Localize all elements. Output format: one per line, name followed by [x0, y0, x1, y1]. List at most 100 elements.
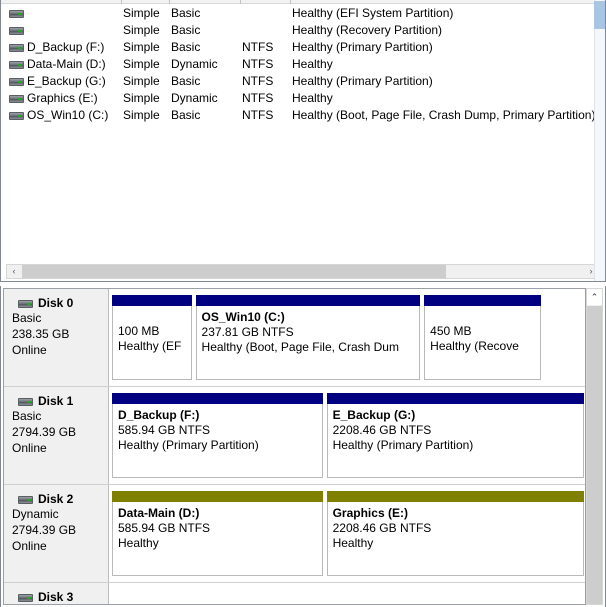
outer-vertical-scroll-track[interactable]: [594, 0, 605, 285]
partition-details: Data-Main (D:) 585.94 GB NTFS Healthy: [112, 502, 323, 576]
graphical-view-vertical-scrollbar[interactable]: ⌃: [586, 288, 603, 605]
outer-vertical-scroll-thumb[interactable]: [594, 1, 605, 29]
partition-block[interactable]: 450 MB Healthy (Recove: [424, 295, 542, 380]
disk-name: Disk 2: [38, 492, 74, 506]
disk-type: Dynamic: [12, 507, 59, 521]
column-separator[interactable]: [169, 0, 170, 4]
volume-status-cell: Healthy (Recovery Partition): [292, 23, 443, 37]
partition-block[interactable]: OS_Win10 (C:) 237.81 GB NTFS Healthy (Boot…: [195, 295, 421, 380]
drive-icon: [9, 78, 24, 86]
volume-list-row[interactable]: Simple Basic Healthy (Recovery Partition): [1, 22, 591, 39]
horizontal-scroll-thumb[interactable]: [22, 265, 446, 278]
volume-status-cell: Healthy (Primary Partition): [292, 40, 433, 54]
partition-size: 237.81 GB NTFS: [201, 325, 294, 339]
partition-block[interactable]: D_Backup (F:) 585.94 GB NTFS Healthy (Prim…: [112, 393, 323, 478]
column-separator[interactable]: [240, 0, 241, 4]
drive-icon: [9, 95, 24, 103]
partition-size: 2208.46 GB NTFS: [332, 423, 432, 437]
volume-list-pane: Simple Basic Healthy (EFI System Partition…: [0, 0, 606, 285]
volume-layout-cell: Simple: [123, 23, 160, 37]
disk-row[interactable]: Disk 1 Basic 2794.39 GB Online D_Backup (F:)…: [4, 387, 585, 485]
partition-size: 100 MB: [118, 324, 160, 338]
disk-row[interactable]: Disk 3: [4, 583, 585, 604]
disk-title: Disk 3: [4, 590, 108, 604]
disk-name: Disk 0: [38, 296, 74, 310]
volume-status-cell: Healthy (Boot, Page File, Crash Dump, Pr…: [292, 108, 596, 122]
volume-list-row[interactable]: E_Backup (G:) Simple Basic NTFS Healthy (Pri…: [1, 73, 591, 90]
disk-capacity: 238.35 GB: [12, 327, 70, 341]
disk-info-panel[interactable]: Disk 0 Basic 238.35 GB Online: [4, 289, 109, 386]
partition-strip: 100 MB Healthy (EF OS_Win10 (C:) 237.81 GB …: [110, 289, 585, 386]
volume-status-cell: Healthy (EFI System Partition): [292, 6, 454, 20]
disk-info-panel[interactable]: Disk 2 Dynamic 2794.39 GB Online: [4, 485, 109, 582]
volume-name-cell: OS_Win10 (C:): [27, 108, 109, 122]
partition-size: 450 MB: [430, 324, 472, 338]
drive-icon: [9, 44, 24, 52]
volume-list-row[interactable]: OS_Win10 (C:) Simple Basic NTFS Healthy (Boo…: [1, 107, 595, 124]
disk-title: Disk 1: [4, 394, 108, 408]
partition-status: Healthy (Boot, Page File, Crash Dum: [201, 340, 399, 354]
volume-type-cell: Dynamic: [171, 57, 218, 71]
partition-block[interactable]: 100 MB Healthy (EF: [112, 295, 192, 380]
disk-icon: [18, 300, 33, 308]
disk-name: Disk 3: [38, 590, 74, 604]
partition-details: Graphics (E:) 2208.46 GB NTFS Healthy: [326, 502, 584, 576]
vertical-scroll-thumb[interactable]: [587, 306, 602, 604]
partition-color-bar: [112, 295, 192, 306]
drive-icon: [9, 112, 24, 120]
scroll-up-arrow-icon[interactable]: ⌃: [587, 289, 602, 305]
partition-label: Data-Main (D:): [118, 506, 200, 520]
volume-list-row[interactable]: D_Backup (F:) Simple Basic NTFS Healthy (Pri…: [1, 39, 591, 56]
volume-list-horizontal-scrollbar[interactable]: ‹ ›: [6, 264, 599, 279]
volume-status-cell: Healthy (Primary Partition): [292, 74, 433, 88]
volume-layout-cell: Simple: [123, 6, 160, 20]
partition-status: Healthy: [332, 536, 374, 550]
volume-list-rows: Simple Basic Healthy (EFI System Partition…: [1, 5, 595, 124]
volume-filesystem-cell: NTFS: [242, 74, 274, 88]
disk-type: Basic: [12, 311, 42, 325]
partition-block[interactable]: E_Backup (G:) 2208.46 GB NTFS Healthy (Pri…: [326, 393, 584, 478]
graphical-view-pane: Disk 0 Basic 238.35 GB Online 100 MB Healthy …: [0, 286, 606, 607]
disk-icon: [18, 496, 33, 504]
volume-list-row[interactable]: Simple Basic Healthy (EFI System Partition…: [1, 5, 591, 22]
volume-list-row[interactable]: Graphics (E:) Simple Dynamic NTFS Healthy: [1, 90, 591, 107]
scroll-left-arrow-icon[interactable]: ‹: [7, 265, 21, 278]
disk-rows-container: Disk 0 Basic 238.35 GB Online 100 MB Healthy …: [3, 288, 586, 605]
column-separator[interactable]: [121, 0, 122, 4]
partition-details: D_Backup (F:) 585.94 GB NTFS Healthy (Prim…: [112, 404, 323, 478]
partition-size: 2208.46 GB NTFS: [332, 521, 432, 535]
disk-info-panel[interactable]: Disk 3: [4, 583, 109, 604]
disk-type: Basic: [12, 409, 42, 423]
disk-row[interactable]: Disk 0 Basic 238.35 GB Online 100 MB Healthy …: [4, 289, 585, 387]
volume-name-cell: Graphics (E:): [27, 91, 98, 105]
disk-icon: [18, 398, 33, 406]
drive-icon: [9, 27, 24, 35]
volume-name-cell: D_Backup (F:): [27, 40, 105, 54]
partition-label: E_Backup (G:): [332, 408, 416, 422]
partition-size: 585.94 GB NTFS: [118, 521, 211, 535]
volume-list-row[interactable]: Data-Main (D:) Simple Dynamic NTFS Healthy: [1, 56, 591, 73]
volume-name-cell: Data-Main (D:): [27, 57, 106, 71]
volume-filesystem-cell: NTFS: [242, 57, 274, 71]
partition-color-bar: [326, 491, 584, 502]
partition-details: E_Backup (G:) 2208.46 GB NTFS Healthy (Pri…: [326, 404, 584, 478]
partition-color-bar: [112, 491, 323, 502]
partition-strip: Data-Main (D:) 585.94 GB NTFS Healthy Graph…: [110, 485, 585, 582]
partition-block[interactable]: Graphics (E:) 2208.46 GB NTFS Healthy: [326, 491, 584, 576]
disk-info-panel[interactable]: Disk 1 Basic 2794.39 GB Online: [4, 387, 109, 484]
partition-status: Healthy (EF: [118, 339, 182, 353]
volume-layout-cell: Simple: [123, 74, 160, 88]
drive-icon: [9, 61, 24, 69]
partition-label: OS_Win10 (C:): [201, 310, 285, 324]
partition-details: OS_Win10 (C:) 237.81 GB NTFS Healthy (Boot…: [195, 306, 421, 380]
volume-layout-cell: Simple: [123, 91, 160, 105]
partition-color-bar: [424, 295, 542, 306]
partition-color-bar: [112, 393, 323, 404]
volume-list-column-headers[interactable]: [1, 0, 605, 4]
partition-block[interactable]: Data-Main (D:) 585.94 GB NTFS Healthy: [112, 491, 323, 576]
column-separator[interactable]: [290, 0, 291, 4]
partition-color-bar: [326, 393, 584, 404]
partition-details: 100 MB Healthy (EF: [112, 306, 192, 380]
disk-row[interactable]: Disk 2 Dynamic 2794.39 GB Online Data-Main (…: [4, 485, 585, 583]
volume-name-cell: E_Backup (G:): [27, 74, 106, 88]
